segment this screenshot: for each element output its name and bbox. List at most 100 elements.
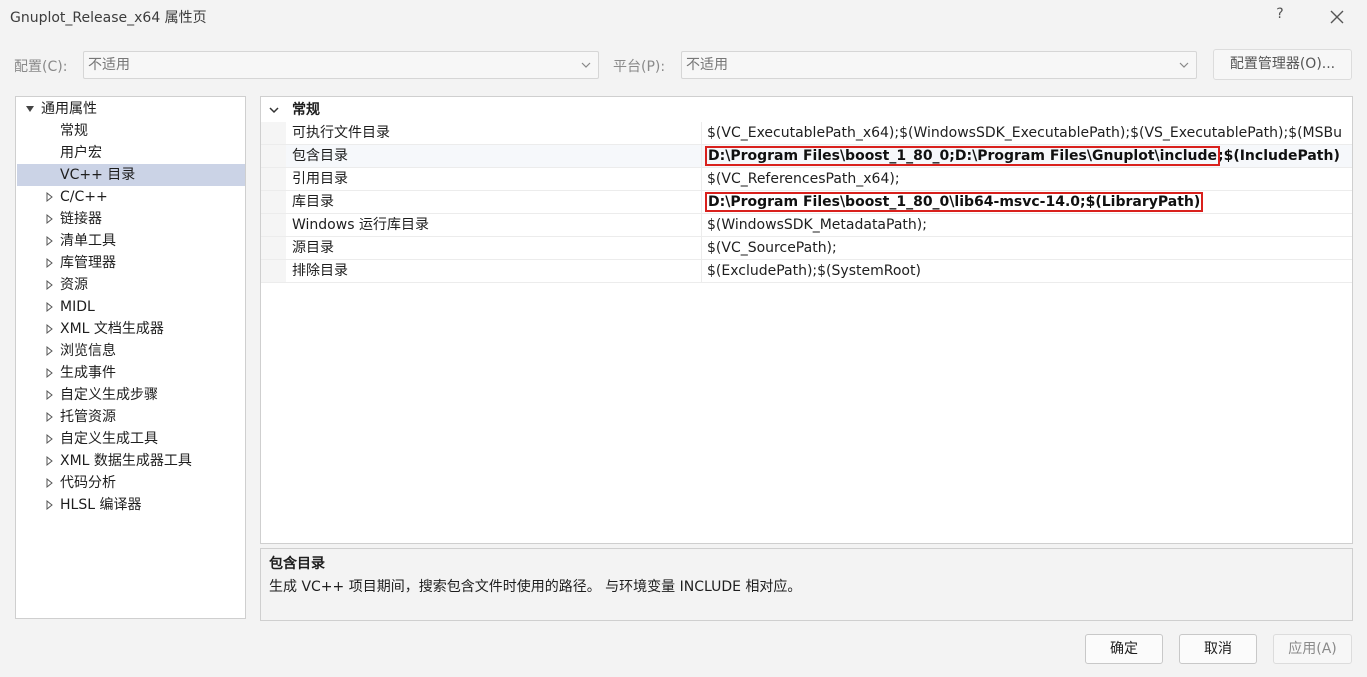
- ok-button[interactable]: 确定: [1085, 634, 1163, 664]
- expand-arrow-icon[interactable]: [45, 450, 55, 472]
- property-value[interactable]: $(VC_ExecutablePath_x64);$(WindowsSDK_Ex…: [707, 122, 1342, 144]
- column-divider: [701, 214, 702, 236]
- tree-item-group[interactable]: 浏览信息: [17, 340, 245, 362]
- config-select[interactable]: 不适用: [83, 51, 599, 79]
- tree-item-user-macros[interactable]: 用户宏: [17, 142, 245, 164]
- column-divider: [701, 168, 702, 190]
- platform-select[interactable]: 不适用: [681, 51, 1197, 79]
- tree-item-group[interactable]: 资源: [17, 274, 245, 296]
- property-name: 包含目录: [292, 148, 348, 164]
- tree-item-group[interactable]: HLSL 编译器: [17, 494, 245, 516]
- property-row-include-dirs[interactable]: 包含目录 D:\Program Files\boost_1_80_0;D:\Pr…: [261, 145, 1352, 168]
- tree-item-label: MIDL: [60, 299, 95, 315]
- tree-item-group[interactable]: 自定义生成步骤: [17, 384, 245, 406]
- config-label: 配置(C):: [14, 59, 68, 75]
- description-panel: 包含目录 生成 VC++ 项目期间，搜索包含文件时使用的路径。 与环境变量 IN…: [260, 548, 1353, 621]
- config-manager-button[interactable]: 配置管理器(O)...: [1213, 49, 1352, 80]
- tree-item-group[interactable]: 自定义生成工具: [17, 428, 245, 450]
- property-name: 排除目录: [292, 263, 348, 279]
- property-value[interactable]: D:\Program Files\boost_1_80_0\lib64-msvc…: [704, 191, 1204, 213]
- tree-item-label: 代码分析: [60, 475, 116, 491]
- expand-arrow-icon[interactable]: [45, 252, 55, 274]
- chevron-down-icon: [578, 52, 594, 78]
- collapse-arrow-icon[interactable]: [25, 98, 35, 120]
- property-tree: 通用属性 常规 用户宏 VC++ 目录 C/C++ 链接器清单工具库管理器 资源 MI…: [15, 96, 246, 619]
- tree-item-general[interactable]: 常规: [17, 120, 245, 142]
- property-value[interactable]: $(VC_SourcePath);: [707, 237, 837, 259]
- property-row-executable-dirs[interactable]: 可执行文件目录 $(VC_ExecutablePath_x64);$(Windo…: [261, 122, 1352, 145]
- property-value[interactable]: $(WindowsSDK_MetadataPath);: [707, 214, 927, 236]
- expand-arrow-icon[interactable]: [45, 186, 55, 208]
- tree-item-group[interactable]: 托管资源: [17, 406, 245, 428]
- expand-arrow-icon[interactable]: [45, 296, 55, 318]
- tree-item-label: 常规: [60, 123, 88, 139]
- category-label: 常规: [292, 102, 320, 118]
- tree-item-label: 自定义生成步骤: [60, 387, 158, 403]
- platform-label: 平台(P):: [613, 59, 666, 75]
- chevron-down-icon: [1176, 52, 1192, 78]
- property-row-winrt-dirs[interactable]: Windows 运行库目录 $(WindowsSDK_MetadataPath)…: [261, 214, 1352, 237]
- description-title: 包含目录: [269, 556, 325, 572]
- expand-arrow-icon[interactable]: [45, 362, 55, 384]
- property-value[interactable]: $(VC_ReferencesPath_x64);: [707, 168, 900, 190]
- tree-item-group[interactable]: 代码分析: [17, 472, 245, 494]
- highlighted-path: D:\Program Files\boost_1_80_0;D:\Program…: [705, 146, 1220, 166]
- platform-select-value: 不适用: [686, 57, 728, 73]
- tree-item-group[interactable]: XML 文档生成器: [17, 318, 245, 340]
- property-value[interactable]: $(ExcludePath);$(SystemRoot): [707, 260, 921, 282]
- property-row-source-dirs[interactable]: 源目录 $(VC_SourcePath);: [261, 237, 1352, 260]
- apply-button[interactable]: 应用(A): [1273, 634, 1352, 664]
- tree-item-group[interactable]: C/C++: [17, 186, 245, 208]
- tree-item-group[interactable]: 生成事件: [17, 362, 245, 384]
- close-icon[interactable]: [1324, 4, 1350, 30]
- property-value-rest: ;$(IncludePath): [1217, 148, 1340, 164]
- property-row-reference-dirs[interactable]: 引用目录 $(VC_ReferencesPath_x64);: [261, 168, 1352, 191]
- expand-arrow-icon[interactable]: [45, 494, 55, 516]
- tree-item-group[interactable]: MIDL: [17, 296, 245, 318]
- tree-item-group[interactable]: 库管理器: [17, 252, 245, 274]
- property-row-library-dirs[interactable]: 库目录 D:\Program Files\boost_1_80_0\lib64-…: [261, 191, 1352, 214]
- tree-item-label: 清单工具: [60, 233, 116, 249]
- category-general[interactable]: 常规: [261, 99, 1352, 121]
- tree-item-group[interactable]: XML 数据生成器工具: [17, 450, 245, 472]
- tree-item-label: 链接器: [60, 211, 102, 227]
- tree-item-group[interactable]: 链接器: [17, 208, 245, 230]
- config-select-value: 不适用: [88, 57, 130, 73]
- cancel-button[interactable]: 取消: [1179, 634, 1257, 664]
- tree-item-label: XML 文档生成器: [60, 321, 164, 337]
- column-divider: [701, 122, 702, 144]
- expand-arrow-icon[interactable]: [45, 406, 55, 428]
- property-name: 引用目录: [292, 171, 348, 187]
- tree-item-label: HLSL 编译器: [60, 497, 142, 513]
- help-icon[interactable]: ?: [1270, 6, 1290, 26]
- highlighted-path: D:\Program Files\boost_1_80_0\lib64-msvc…: [704, 192, 1204, 212]
- row-gutter: [261, 260, 286, 282]
- chevron-down-icon[interactable]: [267, 99, 281, 121]
- tree-item-label: 自定义生成工具: [60, 431, 158, 447]
- tree-root-label: 通用属性: [41, 101, 97, 117]
- row-gutter: [261, 168, 286, 190]
- property-name: Windows 运行库目录: [292, 217, 429, 233]
- window-title: Gnuplot_Release_x64 属性页: [10, 10, 207, 26]
- expand-arrow-icon[interactable]: [45, 428, 55, 450]
- tree-item-label: 浏览信息: [60, 343, 116, 359]
- tree-item-vc-directories[interactable]: VC++ 目录: [17, 164, 245, 186]
- expand-arrow-icon[interactable]: [45, 384, 55, 406]
- column-divider: [701, 145, 702, 167]
- expand-arrow-icon[interactable]: [45, 340, 55, 362]
- expand-arrow-icon[interactable]: [45, 208, 55, 230]
- tree-item-common-properties[interactable]: 通用属性: [17, 98, 245, 120]
- description-text: 生成 VC++ 项目期间，搜索包含文件时使用的路径。 与环境变量 INCLUDE…: [269, 579, 802, 595]
- title-bar: Gnuplot_Release_x64 属性页 ?: [0, 0, 1367, 34]
- expand-arrow-icon[interactable]: [45, 472, 55, 494]
- tree-item-label: 托管资源: [60, 409, 116, 425]
- property-row-exclude-dirs[interactable]: 排除目录 $(ExcludePath);$(SystemRoot): [261, 260, 1352, 283]
- expand-arrow-icon[interactable]: [45, 274, 55, 296]
- tree-item-label: VC++ 目录: [60, 167, 136, 183]
- column-divider: [701, 191, 702, 213]
- row-gutter: [261, 237, 286, 259]
- expand-arrow-icon[interactable]: [45, 318, 55, 340]
- tree-item-group[interactable]: 清单工具: [17, 230, 245, 252]
- property-value[interactable]: D:\Program Files\boost_1_80_0;D:\Program…: [705, 145, 1340, 167]
- expand-arrow-icon[interactable]: [45, 230, 55, 252]
